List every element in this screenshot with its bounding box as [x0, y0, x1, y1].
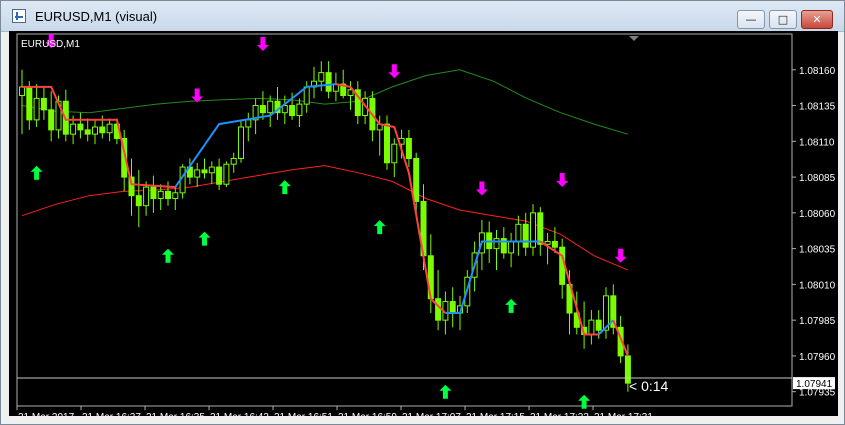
- candle-body: [259, 105, 266, 114]
- x-tick-label: 21 Mar 17:31: [594, 412, 653, 416]
- candle-body: [318, 72, 325, 82]
- x-tick-label: 21 Mar 17:23: [530, 412, 589, 416]
- y-tick-label: 1.07985: [799, 316, 836, 327]
- candle-body: [595, 319, 602, 331]
- chart-window: EURUSD,M1 (visual) — □ ✕ 1.08160 1.08135 1…: [0, 0, 845, 425]
- y-tick-label: 1.08135: [799, 102, 836, 113]
- candle-body: [77, 123, 84, 131]
- candle-body: [238, 126, 244, 159]
- candle-body: [106, 123, 113, 134]
- candle-body: [92, 126, 98, 135]
- chart-window-icon: [12, 9, 26, 23]
- candle-body: [48, 109, 55, 131]
- candle-body: [208, 166, 215, 174]
- candle-body: [391, 143, 398, 164]
- candle-body: [230, 157, 237, 165]
- candle-body: [449, 301, 456, 314]
- candle: [223, 161, 230, 188]
- window-title: EURUSD,M1 (visual): [35, 9, 158, 24]
- candle-body: [493, 238, 500, 250]
- candle-body: [216, 166, 223, 185]
- candle-body: [33, 97, 40, 121]
- title-bar[interactable]: EURUSD,M1 (visual) — □ ✕: [1, 1, 844, 32]
- candle-body: [384, 123, 390, 164]
- candle-body: [40, 97, 47, 111]
- candle-body: [245, 119, 252, 128]
- candle-body: [544, 240, 551, 245]
- close-button[interactable]: ✕: [801, 10, 833, 29]
- current-price-label: 1.07941: [796, 379, 833, 390]
- x-tick-label: 21 Mar 16:51: [274, 412, 333, 416]
- candle-body: [26, 86, 33, 121]
- candle: [384, 115, 390, 170]
- candle-body: [515, 223, 522, 242]
- x-tick-label: 21 Mar 16:27: [82, 412, 141, 416]
- candle-body: [267, 100, 274, 114]
- candle-body: [405, 137, 412, 159]
- x-tick-label: 21 Mar 16:59: [338, 412, 397, 416]
- candle-body: [296, 103, 303, 117]
- chart-area[interactable]: 1.08160 1.08135 1.08110 1.08085 1.08060 1.080…: [9, 31, 838, 416]
- candle-body: [537, 212, 544, 245]
- price-chart[interactable]: 1.08160 1.08135 1.08110 1.08085 1.08060 1.080…: [9, 31, 838, 416]
- y-tick-label: 1.08110: [799, 137, 835, 148]
- y-tick-label: 1.08160: [799, 66, 836, 77]
- y-tick-label: 1.08060: [799, 209, 836, 220]
- candle-body: [70, 123, 77, 135]
- candle-body: [551, 240, 558, 248]
- candle-body: [19, 86, 25, 97]
- candle-body: [522, 223, 529, 248]
- candle-body: [588, 319, 595, 335]
- y-tick-label: 1.08035: [799, 245, 836, 256]
- candle-body: [325, 72, 332, 92]
- minimize-button[interactable]: —: [737, 10, 765, 29]
- candle-body: [289, 105, 296, 117]
- candle-body: [201, 169, 208, 174]
- x-tick-label: 21 Mar 16:35: [146, 412, 205, 416]
- candle-body: [194, 169, 201, 178]
- y-tick-label: 1.08010: [799, 280, 836, 291]
- candle-body: [435, 298, 442, 321]
- bar-countdown: < 0:14: [629, 378, 669, 394]
- y-tick-label: 1.07960: [799, 352, 836, 363]
- candle-body: [172, 192, 179, 200]
- candle-body: [99, 126, 106, 134]
- candle-body: [84, 129, 91, 135]
- y-tick-label: 1.08085: [799, 173, 836, 184]
- x-tick-label: 21 Mar 17:07: [402, 412, 461, 416]
- candle-body: [157, 190, 164, 200]
- candle-body: [165, 190, 171, 200]
- candle-body: [150, 186, 157, 200]
- x-tick-label: 21 Mar 17:15: [466, 412, 525, 416]
- candle-body: [143, 186, 150, 207]
- candle-body: [508, 240, 515, 254]
- candle-body: [223, 163, 230, 185]
- x-tick-label: 21 Mar 16:43: [210, 412, 269, 416]
- maximize-button[interactable]: □: [769, 10, 797, 29]
- candle-body: [413, 157, 420, 202]
- symbol-label: EURUSD,M1: [21, 39, 80, 50]
- x-tick-label: 21 Mar 2017: [18, 412, 75, 416]
- candle-body: [135, 195, 142, 207]
